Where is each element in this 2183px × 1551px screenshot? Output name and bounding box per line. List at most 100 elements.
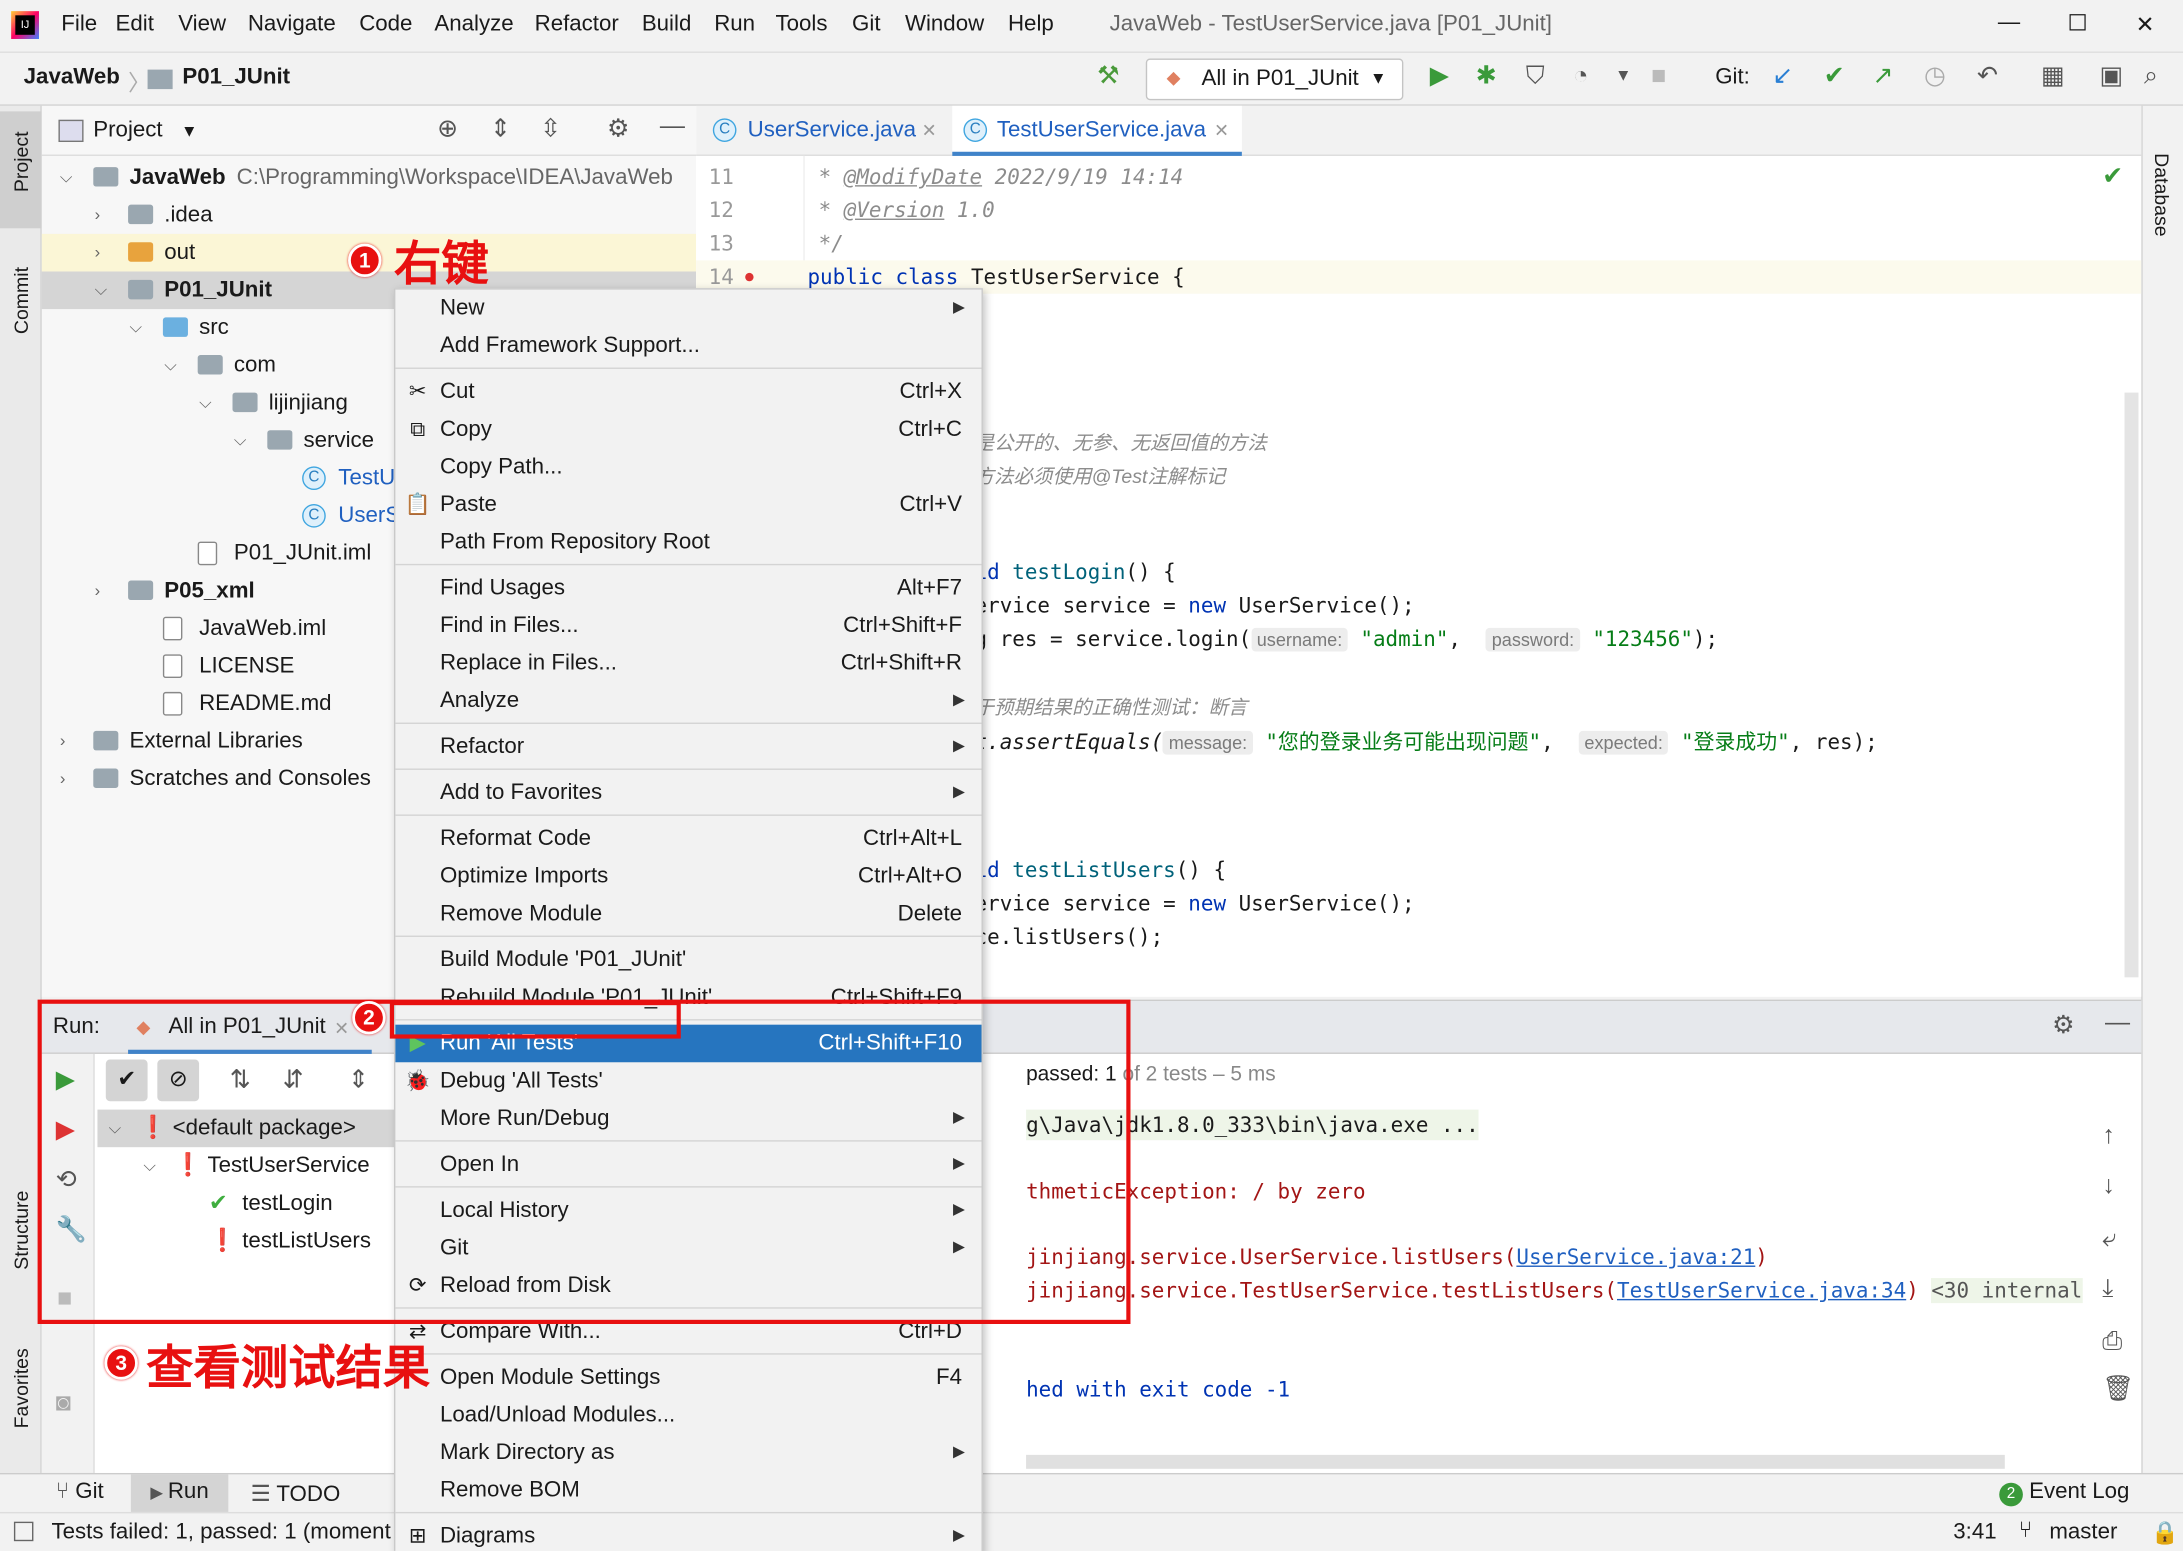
scroll-to-end-icon[interactable]: ⤓ bbox=[2102, 1274, 2113, 1303]
panel-toggle-icon[interactable] bbox=[13, 1521, 34, 1542]
chevron-down-icon[interactable]: ⌵ bbox=[95, 271, 108, 309]
run-test-gutter-icon[interactable]: ● bbox=[743, 265, 755, 287]
menu-window[interactable]: Window bbox=[905, 13, 984, 38]
menu-item-diagrams[interactable]: ⊞ Diagrams ▶ bbox=[395, 1518, 981, 1551]
menu-item-paste[interactable]: 📋 Paste Ctrl+V bbox=[395, 486, 981, 524]
favorites-tool-tab[interactable]: Favorites bbox=[0, 1331, 42, 1456]
chevron-down-icon[interactable]: ▼ bbox=[1615, 65, 1632, 84]
event-log-tab[interactable]: 2 Event Log bbox=[1999, 1480, 2129, 1507]
chevron-right-icon[interactable]: › bbox=[60, 723, 66, 761]
breadcrumb-root[interactable]: JavaWeb bbox=[24, 65, 120, 90]
menu-item-replace-in-files[interactable]: Replace in Files... Ctrl+Shift+R bbox=[395, 645, 981, 683]
locate-icon[interactable]: ⊕ bbox=[437, 114, 458, 143]
menu-build[interactable]: Build bbox=[642, 13, 692, 38]
arrow-down-icon[interactable]: ↓ bbox=[2102, 1171, 2115, 1200]
menu-item-optimize-imports[interactable]: Optimize Imports Ctrl+Alt+O bbox=[395, 858, 981, 896]
menu-item-find-in-files[interactable]: Find in Files... Ctrl+Shift+F bbox=[395, 607, 981, 645]
minimize-button[interactable]: — bbox=[1998, 11, 2020, 36]
editor-scrollbar[interactable] bbox=[2124, 392, 2139, 978]
close-button[interactable]: ✕ bbox=[2136, 11, 2155, 39]
menu-item-refactor[interactable]: Refactor ▶ bbox=[395, 728, 981, 766]
menu-git[interactable]: Git bbox=[852, 13, 880, 38]
chevron-down-icon[interactable]: ⌵ bbox=[60, 159, 73, 197]
menu-navigate[interactable]: Navigate bbox=[248, 13, 336, 38]
todo-tool-tab[interactable]: ☰ TODO bbox=[251, 1480, 341, 1508]
console-hscrollbar[interactable] bbox=[1026, 1454, 2005, 1469]
gear-icon[interactable]: ⚙ bbox=[2052, 1011, 2074, 1040]
chevron-right-icon[interactable]: › bbox=[60, 760, 66, 798]
git-tool-tab[interactable]: ⑂ Git bbox=[56, 1480, 104, 1505]
arrow-up-icon[interactable]: ↑ bbox=[2102, 1121, 2115, 1150]
chevron-down-icon[interactable]: ⌵ bbox=[129, 309, 142, 347]
menu-item-build-module-p01-junit[interactable]: Build Module 'P01_JUnit' bbox=[395, 941, 981, 979]
menu-item-copy-path[interactable]: Copy Path... bbox=[395, 448, 981, 486]
project-tool-tab[interactable]: Project bbox=[0, 111, 42, 229]
git-update-icon[interactable]: ↙ bbox=[1772, 61, 1793, 90]
chevron-down-icon[interactable]: ⌵ bbox=[199, 384, 212, 422]
chevron-down-icon[interactable]: ⌵ bbox=[234, 422, 247, 460]
menu-item-analyze[interactable]: Analyze ▶ bbox=[395, 682, 981, 720]
trash-icon[interactable]: 🗑 bbox=[2102, 1374, 2134, 1403]
menu-help[interactable]: Help bbox=[1008, 13, 1054, 38]
menu-refactor[interactable]: Refactor bbox=[535, 13, 619, 38]
coverage-icon[interactable]: ⛉ bbox=[1526, 61, 1545, 90]
menu-code[interactable]: Code bbox=[359, 13, 412, 38]
menu-item-add-framework-support[interactable]: Add Framework Support... bbox=[395, 327, 981, 365]
git-push-icon[interactable]: ↗ bbox=[1873, 61, 1894, 90]
menu-analyze[interactable]: Analyze bbox=[434, 13, 513, 38]
menu-item-load-unload-modules[interactable]: Load/Unload Modules... bbox=[395, 1396, 981, 1434]
chevron-right-icon[interactable]: › bbox=[95, 196, 101, 234]
hide-icon[interactable]: — bbox=[2105, 1008, 2130, 1037]
menu-item-path-from-repository-root[interactable]: Path From Repository Root bbox=[395, 523, 981, 561]
gear-icon[interactable]: ⚙ bbox=[607, 114, 629, 143]
hide-icon[interactable]: — bbox=[660, 111, 685, 140]
tab-userservice[interactable]: C UserService.java ✕ bbox=[710, 106, 947, 156]
menu-item-remove-bom[interactable]: Remove BOM bbox=[395, 1472, 981, 1510]
commit-tool-tab[interactable]: Commit bbox=[0, 251, 42, 362]
expand-all-icon[interactable]: ⇕ bbox=[490, 114, 511, 143]
project-structure-icon[interactable]: ▦ bbox=[2041, 61, 2065, 90]
menu-item-find-usages[interactable]: Find Usages Alt+F7 bbox=[395, 569, 981, 607]
debug-icon[interactable]: ✱ bbox=[1476, 61, 1497, 90]
tree-item[interactable]: › .idea bbox=[42, 196, 696, 234]
menu-edit[interactable]: Edit bbox=[116, 13, 154, 38]
caret-position[interactable]: 3:41 bbox=[1953, 1520, 1996, 1545]
menu-run[interactable]: Run bbox=[714, 13, 755, 38]
chevron-right-icon[interactable]: › bbox=[95, 572, 101, 610]
git-branch[interactable]: master bbox=[2049, 1520, 2117, 1545]
project-view-selector[interactable]: Project bbox=[93, 118, 162, 143]
collapse-all-icon[interactable]: ⇳ bbox=[540, 114, 561, 143]
structure-tool-tab[interactable]: Structure bbox=[0, 1178, 42, 1303]
menu-item-remove-module[interactable]: Remove Module Delete bbox=[395, 895, 981, 933]
menu-item-mark-directory-as[interactable]: Mark Directory as ▶ bbox=[395, 1434, 981, 1472]
menu-item-reformat-code[interactable]: Reformat Code Ctrl+Alt+L bbox=[395, 820, 981, 858]
menu-item-add-to-favorites[interactable]: Add to Favorites ▶ bbox=[395, 774, 981, 812]
rollback-icon[interactable]: ↶ bbox=[1977, 61, 1998, 90]
build-hammer-icon[interactable]: ⚒ bbox=[1097, 61, 1119, 90]
database-tool-tab[interactable]: Database bbox=[2143, 120, 2183, 259]
tree-item[interactable]: ⌵ JavaWeb C:\Programming\Workspace\IDEA\Ja… bbox=[42, 159, 696, 197]
maximize-button[interactable]: ☐ bbox=[2067, 10, 2087, 38]
run-config-selector[interactable]: ◆ All in P01_JUnit ▼ bbox=[1145, 58, 1404, 101]
chevron-right-icon[interactable]: › bbox=[95, 234, 101, 272]
run-icon[interactable]: ▶ bbox=[1430, 61, 1449, 90]
presentation-icon[interactable]: ▣ bbox=[2099, 61, 2123, 90]
close-tab-icon[interactable]: ✕ bbox=[922, 106, 937, 156]
chevron-down-icon[interactable]: ⌵ bbox=[164, 347, 177, 385]
chevron-down-icon[interactable]: ▼ bbox=[181, 121, 198, 140]
lock-icon[interactable]: 🔒 bbox=[2151, 1519, 2179, 1547]
console-output[interactable]: g\Java\jdk1.8.0_333\bin\java.exe ... thm… bbox=[1026, 1109, 2131, 1475]
menu-item-open-module-settings[interactable]: Open Module Settings F4 bbox=[395, 1359, 981, 1397]
menu-tools[interactable]: Tools bbox=[775, 13, 827, 38]
stack-link[interactable]: UserService.java:21 bbox=[1516, 1245, 1755, 1270]
profile-icon[interactable]: ◔ bbox=[1573, 61, 1588, 90]
menu-file[interactable]: File bbox=[61, 13, 97, 38]
close-tab-icon[interactable]: ✕ bbox=[1214, 106, 1229, 156]
menu-item-new[interactable]: New ▶ bbox=[395, 290, 981, 328]
camera-icon[interactable]: ◙ bbox=[56, 1388, 71, 1417]
search-icon[interactable]: ⌕ bbox=[2144, 61, 2158, 90]
breadcrumb-module[interactable]: P01_JUnit bbox=[182, 65, 290, 90]
run-tool-tab[interactable]: ▶ Run bbox=[130, 1474, 229, 1514]
stack-link[interactable]: TestUserService.java:34 bbox=[1617, 1278, 1906, 1303]
soft-wrap-icon[interactable]: ⤶ bbox=[2102, 1224, 2116, 1253]
